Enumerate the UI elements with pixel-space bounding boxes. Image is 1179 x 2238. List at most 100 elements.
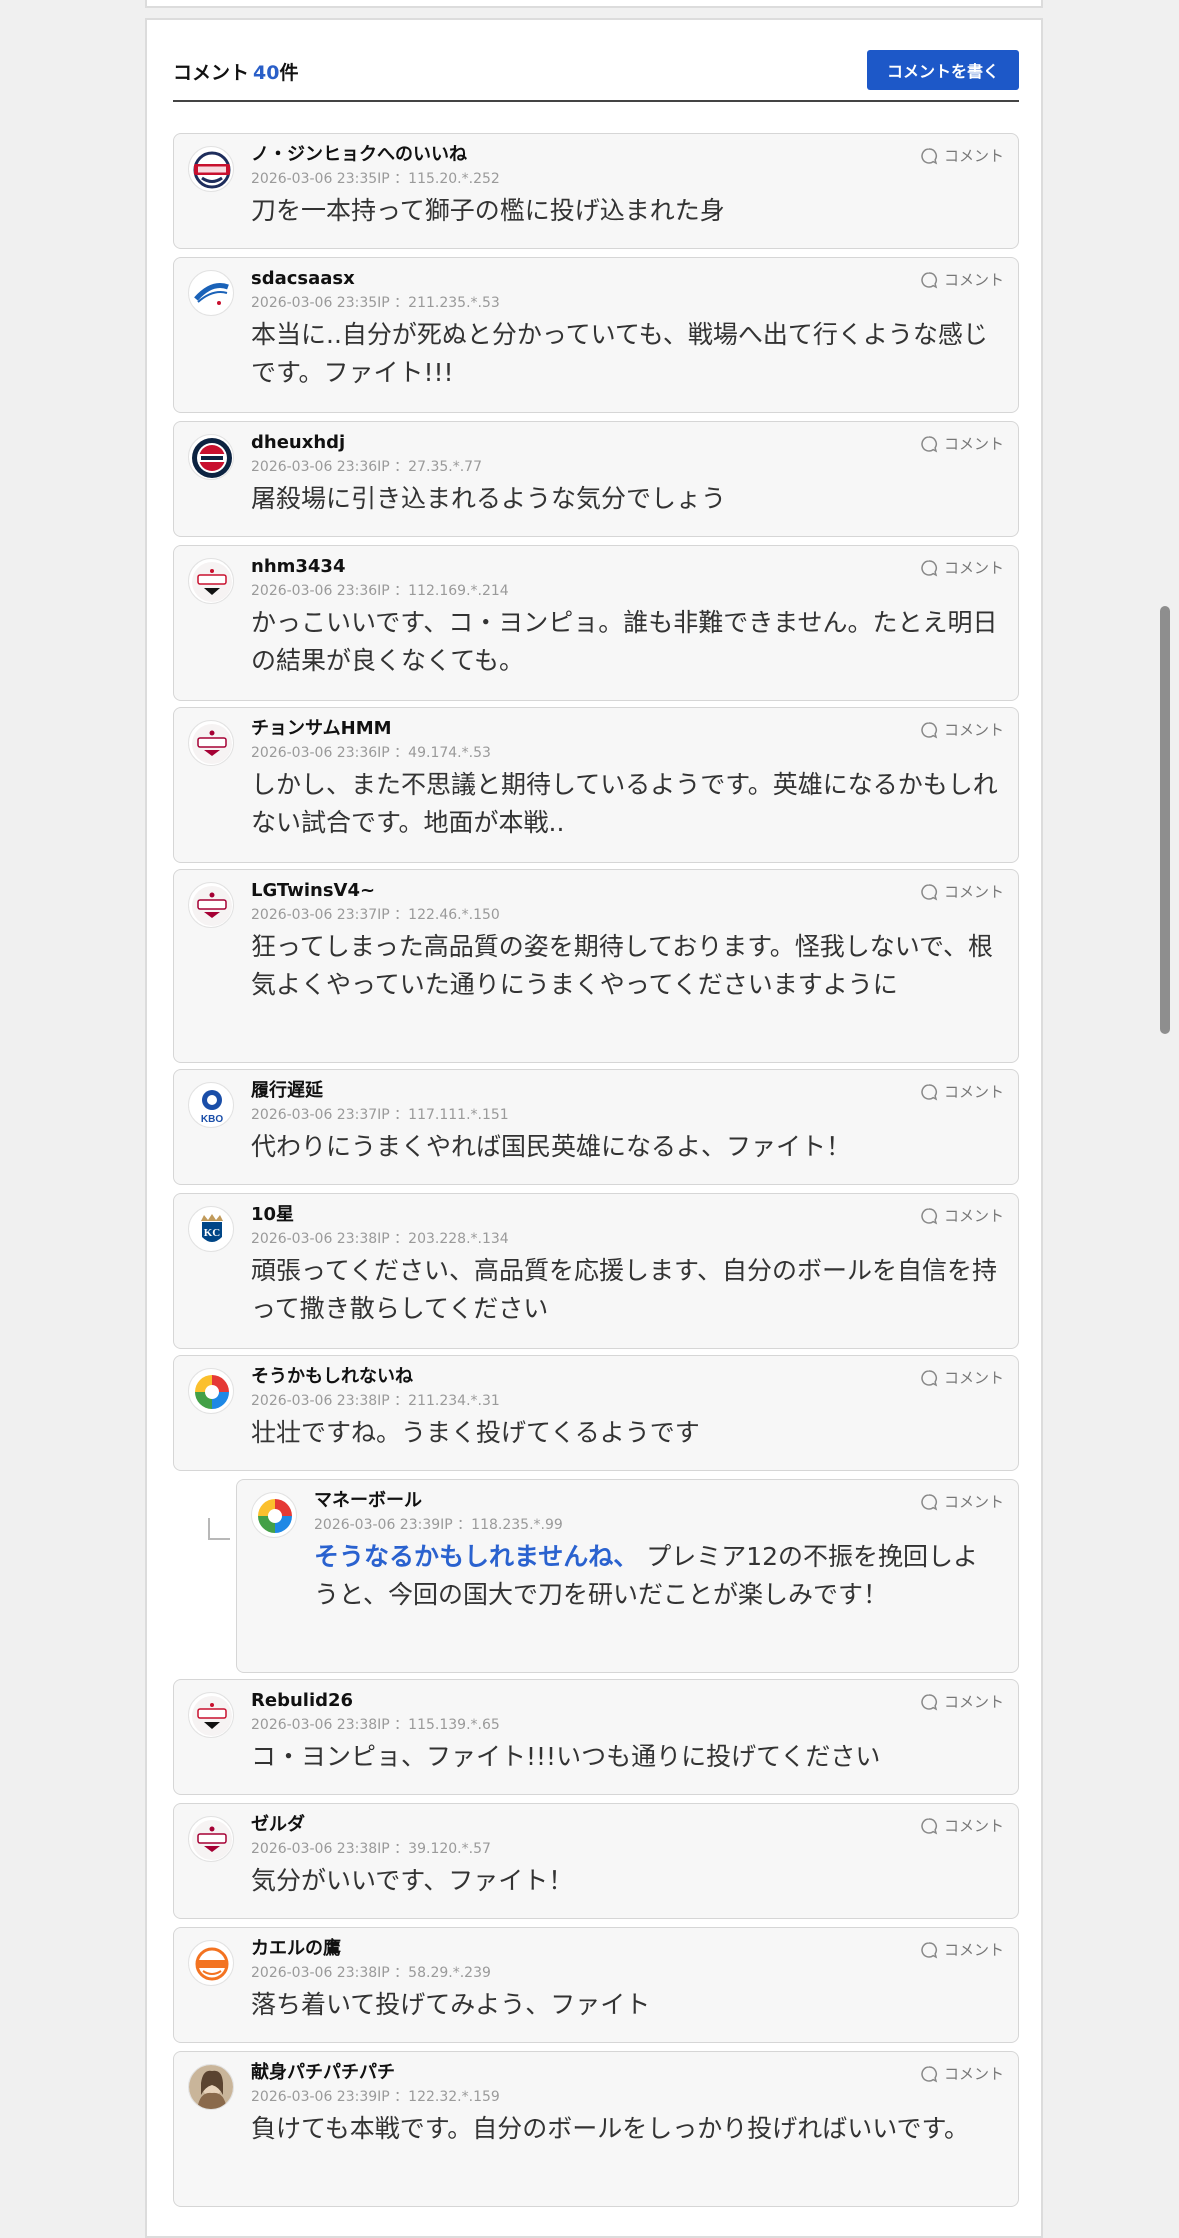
comment-author[interactable]: nhm3434 — [251, 555, 1002, 579]
comment-text: しかし、また不思議と期待しているようです。英雄になるかもしれない試合です。地面が… — [251, 770, 998, 837]
kbo-logo-avatar[interactable]: KBO — [188, 1082, 234, 1128]
comment-item: dheuxhdj 2026-03-06 23:36IP ：27.35.*.77 … — [173, 421, 1019, 537]
comment-author[interactable]: カエルの鷹 — [251, 1937, 1002, 1961]
speech-bubble-icon — [921, 1083, 938, 1100]
comment-reply-button[interactable]: コメント — [920, 1939, 1004, 1960]
comment-author[interactable]: そうかもしれないね — [251, 1365, 1002, 1389]
comment-text: そうなるかもしれませんね、 プレミア12の不振を挽回しようと、今回の国大で刀を研… — [314, 1538, 1002, 1614]
reply-indent-icon — [208, 1518, 230, 1540]
lg-twins-logo-avatar[interactable] — [188, 1816, 234, 1862]
comment-text: 本当に..自分が死ぬと分かっていても、戦場へ出て行くような感じです。ファイト!!… — [251, 320, 988, 387]
comment-author[interactable]: 献身パチパチパチ — [251, 2061, 1002, 2085]
speech-bubble-icon — [921, 1493, 938, 1510]
comment-reply-button[interactable]: コメント — [920, 269, 1004, 290]
comment-item: カエルの鷹 2026-03-06 23:38IP ：58.29.*.239 落ち… — [173, 1927, 1019, 2043]
comment-text: かっこいいです、コ・ヨンピョ。誰も非難できません。たとえ明日の結果が良くなくても… — [251, 608, 998, 675]
comment-reply-button[interactable]: コメント — [920, 881, 1004, 902]
comment-meta: 2026-03-06 23:36IP ：49.174.*.53 — [251, 745, 491, 761]
comment-reply-label: コメント — [943, 721, 1004, 739]
comment-meta: 2026-03-06 23:36IP ：112.169.*.214 — [251, 583, 509, 599]
comment-meta: 2026-03-06 23:36IP ：27.35.*.77 — [251, 459, 482, 475]
comment-reply-label: コメント — [943, 1817, 1004, 1835]
comment-reply-label: コメント — [943, 1207, 1004, 1225]
comment-reply-button[interactable]: コメント — [920, 433, 1004, 454]
comment-item: KBO 履行遅延 2026-03-06 23:37IP ：117.111.*.1… — [173, 1069, 1019, 1185]
comment-author[interactable]: マネーボール — [314, 1489, 1002, 1513]
comment-author[interactable]: チョンサムHMM — [251, 717, 1002, 741]
comment-reply-button[interactable]: コメント — [920, 1491, 1004, 1512]
comment-reply-label: コメント — [943, 2065, 1004, 2083]
comment-reply-button[interactable]: コメント — [920, 1205, 1004, 1226]
speech-bubble-icon — [921, 147, 938, 164]
comment-meta: 2026-03-06 23:38IP ：39.120.*.57 — [251, 1841, 491, 1857]
comment-meta: 2026-03-06 23:39IP ：122.32.*.159 — [251, 2089, 500, 2105]
tigers-logo-avatar[interactable] — [188, 558, 234, 604]
speech-bubble-icon — [921, 1369, 938, 1386]
comment-text: 狂ってしまった高品質の姿を期待しております。怪我しないで、根気よくやっていた通り… — [251, 932, 994, 999]
speech-bubble-icon — [921, 883, 938, 900]
bears-logo-avatar[interactable] — [188, 146, 234, 192]
comment-author[interactable]: 10星 — [251, 1203, 1002, 1227]
lg-twins-logo-avatar[interactable] — [188, 720, 234, 766]
wbc-logo-avatar[interactable] — [188, 1368, 234, 1414]
speech-bubble-icon — [921, 1817, 938, 1834]
comment-reply-button[interactable]: コメント — [920, 1081, 1004, 1102]
speech-bubble-icon — [921, 559, 938, 576]
comment-reply-label: コメント — [943, 271, 1004, 289]
comment-reply-button[interactable]: コメント — [920, 719, 1004, 740]
lg-twins-logo-avatar[interactable] — [188, 882, 234, 928]
speech-bubble-icon — [921, 1693, 938, 1710]
comment-item: そうかもしれないね 2026-03-06 23:38IP ：211.234.*.… — [173, 1355, 1019, 1471]
comment-item: LGTwinsV4~ 2026-03-06 23:37IP ：122.46.*.… — [173, 869, 1019, 1063]
write-comment-button[interactable]: コメントを書く — [867, 50, 1019, 90]
speech-bubble-icon — [921, 1207, 938, 1224]
comment-reply-button[interactable]: コメント — [920, 1367, 1004, 1388]
comment-item: Rebulid26 2026-03-06 23:38IP ：115.139.*.… — [173, 1679, 1019, 1795]
comment-author[interactable]: 履行遅延 — [251, 1079, 1002, 1103]
comment-title-label: コメント — [173, 62, 250, 84]
comment-section: コメント 40件 コメントを書く ノ・ジンヒョクへのいいね 2026-03-06 … — [145, 18, 1043, 2238]
comment-author[interactable]: LGTwinsV4~ — [251, 879, 1002, 903]
scrollbar-thumb[interactable] — [1160, 606, 1170, 1034]
comment-reply-label: コメント — [943, 1083, 1004, 1101]
comment-author[interactable]: ゼルダ — [251, 1813, 1002, 1837]
eagles-logo-avatar[interactable] — [188, 1940, 234, 1986]
comment-text: 頑張ってください、高品質を応援します、自分のボールを自信を持って撒き散らしてくだ… — [251, 1256, 998, 1323]
reply-comment-item: マネーボール 2026-03-06 23:39IP ：118.235.*.99 … — [236, 1479, 1019, 1673]
comment-header: コメント 40件 コメントを書く — [173, 50, 1019, 102]
comment-text: 落ち着いて投げてみよう、ファイト — [251, 1990, 651, 2019]
comment-reply-button[interactable]: コメント — [920, 557, 1004, 578]
kc-logo-avatar[interactable]: KC — [188, 1206, 234, 1252]
comment-reply-label: コメント — [943, 1369, 1004, 1387]
comment-reply-label: コメント — [943, 883, 1004, 901]
comment-text: 壮壮ですね。うまく投げてくるようです — [251, 1418, 700, 1447]
comment-count: 40 — [253, 62, 280, 84]
wbc-logo-avatar[interactable] — [251, 1492, 297, 1538]
comment-item: nhm3434 2026-03-06 23:36IP ：112.169.*.21… — [173, 545, 1019, 701]
speech-bubble-icon — [921, 721, 938, 738]
reply-mention[interactable]: そうなるかもしれませんね、 — [314, 1542, 638, 1571]
comment-meta: 2026-03-06 23:35IP ：115.20.*.252 — [251, 171, 500, 187]
comment-count-unit: 件 — [279, 62, 299, 84]
comment-meta: 2026-03-06 23:39IP ：118.235.*.99 — [314, 1517, 563, 1533]
comment-text: 負けても本戦です。自分のボールをしっかり投げればいいです。 — [251, 2114, 970, 2143]
comment-reply-label: コメント — [943, 1493, 1004, 1511]
lions-logo-avatar[interactable] — [188, 270, 234, 316]
comment-reply-button[interactable]: コメント — [920, 1691, 1004, 1712]
speech-bubble-icon — [921, 271, 938, 288]
comment-reply-button[interactable]: コメント — [920, 145, 1004, 166]
tigers-logo-avatar[interactable] — [188, 1692, 234, 1738]
twins-logo-avatar[interactable] — [188, 434, 234, 480]
comment-author[interactable]: dheuxhdj — [251, 431, 1002, 455]
comment-author[interactable]: sdacsaasx — [251, 267, 1002, 291]
comment-author[interactable]: ノ・ジンヒョクへのいいね — [251, 143, 1002, 167]
comment-text: 屠殺場に引き込まれるような気分でしょう — [251, 484, 727, 513]
comment-author[interactable]: Rebulid26 — [251, 1689, 1002, 1713]
comment-meta: 2026-03-06 23:38IP ：203.228.*.134 — [251, 1231, 509, 1247]
comment-meta: 2026-03-06 23:37IP ：122.46.*.150 — [251, 907, 500, 923]
comment-reply-button[interactable]: コメント — [920, 2063, 1004, 2084]
comment-item: ノ・ジンヒョクへのいいね 2026-03-06 23:35IP ：115.20.… — [173, 133, 1019, 249]
photo-avatar[interactable] — [188, 2064, 234, 2110]
comment-text: コ・ヨンピョ、ファイト!!!いつも通りに投げてください — [251, 1742, 881, 1771]
comment-reply-button[interactable]: コメント — [920, 1815, 1004, 1836]
